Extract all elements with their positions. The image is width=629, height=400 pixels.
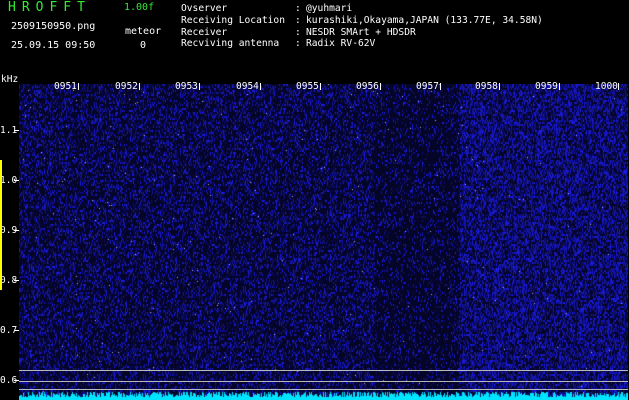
time-axis-tick [380,83,381,90]
signal-level-bar [0,160,2,290]
info-separator: : [295,38,301,50]
info-row-antenna: Recviving antenna: Radix RV-62V [181,38,543,50]
time-axis-label: 0959 [535,81,558,92]
y-axis-tick [14,280,19,281]
reference-line [19,381,628,382]
info-separator: : [295,26,301,38]
info-key: Recviving antenna [181,38,280,50]
time-axis-tick [320,83,321,90]
time-axis-label: 0952 [115,81,138,92]
info-value: @yuhmari [306,3,353,14]
app-title: HROFFT [8,0,91,15]
time-axis-tick [559,83,560,90]
info-key: Receiving Location [181,14,285,26]
spectrogram-canvas [19,84,628,400]
file-name: 2509150950.png [11,21,96,32]
y-axis-tick [14,330,19,331]
time-axis-tick [618,83,619,90]
meteor-label: meteor [125,26,162,37]
info-row-receiver: Receiver: NESDR SMArt + HDSDR [181,27,543,39]
time-axis-label: 0954 [236,81,259,92]
time-axis-tick [440,83,441,90]
y-axis-tick [14,130,19,131]
reference-line [19,370,628,371]
info-row-location: Receiving Location: kurashiki,Okayama,JAP… [181,15,543,27]
audio-level-trace [19,391,628,400]
y-axis-tick [14,230,19,231]
y-axis-tick [14,180,19,181]
spectrogram [19,84,628,400]
time-axis-label: 0958 [475,81,498,92]
time-axis-label: 0955 [296,81,319,92]
app-version: 1.00f [124,2,155,13]
time-axis-label: 0957 [416,81,439,92]
info-value: Radix RV-62V [306,38,376,50]
time-axis-label: 0956 [356,81,379,92]
khz-unit-label: kHz [1,74,19,85]
info-key: Receiver [181,26,228,38]
info-key: Ovserver [181,3,228,14]
time-axis-label: 0953 [175,81,198,92]
reference-line [19,389,628,390]
time-axis-tick [499,83,500,90]
station-info: Ovserver: @yuhmari Receiving Location: kur… [181,3,543,50]
meteor-count: 0 [140,40,147,51]
time-axis-tick [260,83,261,90]
info-row-observer: Ovserver: @yuhmari [181,3,543,15]
info-value: NESDR SMArt + HDSDR [306,26,416,38]
time-axis-label: 0951 [54,81,77,92]
time-axis-tick [139,83,140,90]
time-axis-tick [199,83,200,90]
info-value: kurashiki,Okayama,JAPAN (133.77E, 34.58N… [306,14,543,26]
info-separator: : [295,3,301,14]
date-time: 25.09.15 09:50 [11,40,96,51]
time-axis-tick [78,83,79,90]
time-axis-label: 1000 [595,81,618,92]
info-separator: : [295,14,301,26]
